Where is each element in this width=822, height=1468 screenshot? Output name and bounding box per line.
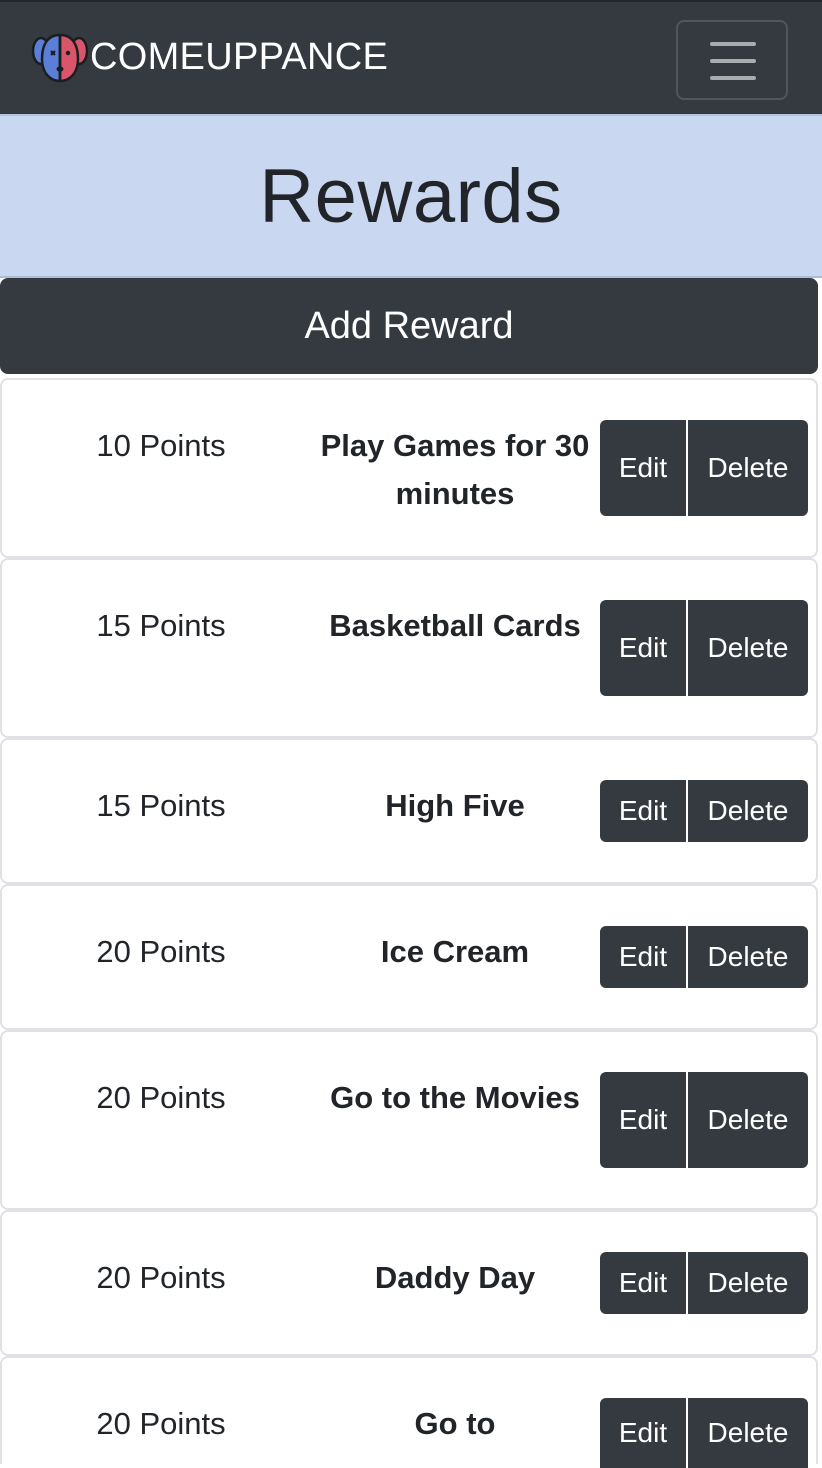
navbar-toggle-button[interactable] <box>676 20 788 100</box>
reward-points: 15 Points <box>96 788 226 823</box>
brand-name: COMEUPPANCE <box>90 36 389 78</box>
navbar: COMEUPPANCE <box>0 0 822 114</box>
reward-name: Daddy Day <box>374 1260 536 1295</box>
reward-points: 15 Points <box>96 608 226 643</box>
delete-reward-button[interactable]: Delete <box>688 1072 808 1168</box>
reward-name: Go to the Movies <box>330 1080 580 1115</box>
add-reward-button[interactable]: Add Reward <box>0 278 818 374</box>
reward-name: Basketball Cards <box>329 608 581 643</box>
reward-points: 20 Points <box>96 1080 226 1115</box>
reward-points: 20 Points <box>96 1260 226 1295</box>
reward-card: 20 Points Go to Edit Delete <box>0 1356 818 1468</box>
dog-face-icon <box>31 33 89 83</box>
reward-card: 20 Points Go to the Movies Edit Delete <box>0 1030 818 1210</box>
reward-name: Play Games for 30 minutes <box>320 428 590 511</box>
delete-reward-button[interactable]: Delete <box>688 420 808 516</box>
reward-points: 20 Points <box>96 1406 226 1441</box>
delete-reward-button[interactable]: Delete <box>688 780 808 842</box>
edit-reward-button[interactable]: Edit <box>600 1252 686 1314</box>
reward-card: 20 Points Daddy Day Edit Delete <box>0 1210 818 1356</box>
edit-reward-button[interactable]: Edit <box>600 780 686 842</box>
edit-reward-button[interactable]: Edit <box>600 600 686 696</box>
page-title: Rewards <box>259 153 563 239</box>
brand-link[interactable]: COMEUPPANCE <box>30 28 388 86</box>
reward-points: 10 Points <box>96 428 226 463</box>
edit-reward-button[interactable]: Edit <box>600 926 686 988</box>
delete-reward-button[interactable]: Delete <box>688 1252 808 1314</box>
page-header: Rewards <box>0 114 822 278</box>
delete-reward-button[interactable]: Delete <box>688 926 808 988</box>
reward-card: 20 Points Ice Cream Edit Delete <box>0 884 818 1030</box>
delete-reward-button[interactable]: Delete <box>688 1398 808 1468</box>
reward-card: 15 Points Basketball Cards Edit Delete <box>0 558 818 738</box>
reward-name: Ice Cream <box>380 934 530 969</box>
reward-points: 20 Points <box>96 934 226 969</box>
edit-reward-button[interactable]: Edit <box>600 1398 686 1468</box>
reward-card: 10 Points Play Games for 30 minutes Edit… <box>0 378 818 558</box>
reward-card: 15 Points High Five Edit Delete <box>0 738 818 884</box>
reward-name: Go to <box>414 1406 496 1441</box>
delete-reward-button[interactable]: Delete <box>688 600 808 696</box>
edit-reward-button[interactable]: Edit <box>600 1072 686 1168</box>
edit-reward-button[interactable]: Edit <box>600 420 686 516</box>
reward-name: High Five <box>385 788 525 823</box>
